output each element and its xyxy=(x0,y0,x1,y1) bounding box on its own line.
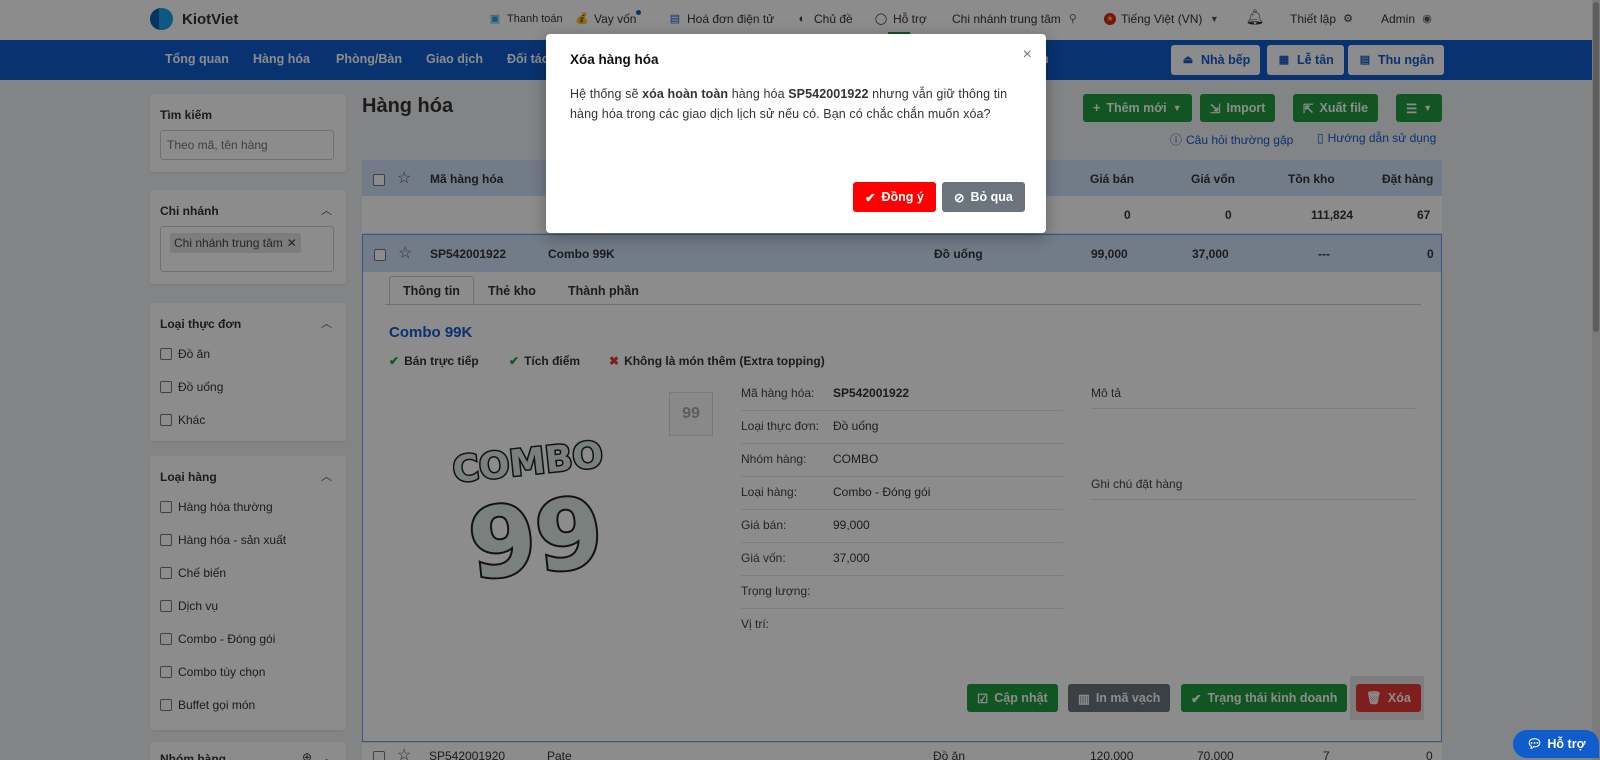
message-part: Hệ thống sẽ xyxy=(570,87,643,101)
modal-title: Xóa hàng hóa xyxy=(570,52,659,67)
cancel-button[interactable]: ⊘ Bỏ qua xyxy=(942,182,1025,212)
delete-confirm-dialog: Xóa hàng hóa × Hệ thống sẽ xóa hoàn toàn… xyxy=(546,34,1046,233)
help-chat-button[interactable]: 💬︎ Hỗ trợ xyxy=(1513,730,1599,758)
message-bold: xóa hoàn toàn xyxy=(642,87,729,101)
cancel-label: Bỏ qua xyxy=(970,190,1013,204)
confirm-label: Đồng ý xyxy=(881,190,924,204)
check-icon: ✔ xyxy=(865,190,876,205)
help-label: Hỗ trợ xyxy=(1547,737,1586,751)
confirm-button[interactable]: ✔ Đồng ý xyxy=(853,182,936,212)
message-part: hàng hóa xyxy=(728,87,789,101)
modal-message: Hệ thống sẽ xóa hoàn toàn hàng hóa SP542… xyxy=(570,84,1022,124)
message-code: SP542001922 xyxy=(788,87,869,101)
ban-icon: ⊘ xyxy=(954,190,965,205)
chat-icon: 💬︎ xyxy=(1526,736,1543,751)
close-icon[interactable]: × xyxy=(1023,46,1032,64)
